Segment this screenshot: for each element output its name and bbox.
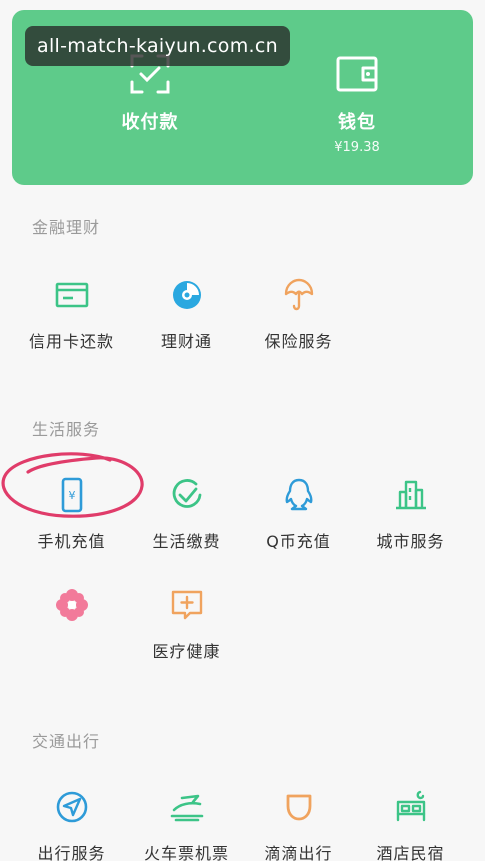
grid-item-flower[interactable] — [11, 586, 132, 638]
grid-item-healthcare[interactable]: 医疗健康 — [126, 586, 247, 662]
grid-item-label: Q币充值 — [266, 532, 331, 551]
pay-receive-label: 收付款 — [121, 112, 179, 133]
grid-item-utilities[interactable]: 生活缴费 — [126, 476, 247, 552]
wallet-icon — [336, 56, 378, 92]
grid-item-train-flight[interactable]: 火车票机票 — [126, 788, 247, 861]
checkmark-circle-icon — [172, 479, 201, 508]
didi-icon — [286, 794, 311, 821]
train-plane-icon — [170, 794, 203, 822]
grid-item-q-coins[interactable]: Q币充值 — [238, 476, 359, 552]
grid-item-label: 医疗健康 — [152, 642, 221, 661]
grid-item-wealth[interactable]: 理财通 — [126, 276, 247, 352]
medical-chat-icon — [171, 590, 202, 620]
section-title-finance: 金融理财 — [32, 218, 101, 237]
hotel-bed-icon — [396, 790, 425, 822]
wealth-icon — [172, 281, 201, 309]
umbrella-icon — [284, 278, 313, 311]
grid-item-travel-services[interactable]: 出行服务 — [11, 788, 132, 861]
navigation-arrow-icon — [56, 791, 87, 823]
grid-item-label: 生活缴费 — [152, 532, 221, 551]
grid-item-insurance[interactable]: 保险服务 — [238, 276, 359, 352]
grid-item-label: 手机充值 — [37, 532, 106, 551]
grid-item-credit-card[interactable]: 信用卡还款 — [11, 276, 132, 352]
wallet-button[interactable]: 钱包 ¥19.38 — [282, 52, 432, 155]
wallet-label: 钱包 — [338, 112, 376, 133]
wallet-balance: ¥19.38 — [334, 140, 380, 155]
flower-icon — [55, 589, 88, 621]
grid-item-label: 出行服务 — [37, 844, 106, 861]
phone-yuan-icon: ¥ — [61, 477, 82, 513]
grid-item-mobile-topup[interactable]: ¥ 手机充值 — [11, 476, 132, 552]
grid-item-label: 理财通 — [160, 332, 212, 351]
section-title-life: 生活服务 — [32, 420, 101, 439]
grid-item-label: 滴滴出行 — [264, 844, 333, 861]
grid-item-label: 保险服务 — [264, 332, 333, 351]
section-title-transport: 交通出行 — [32, 732, 101, 751]
city-buildings-icon — [395, 480, 426, 510]
watermark-overlay: all-match-kaiyun.com.cn — [25, 26, 290, 66]
grid-item-didi[interactable]: 滴滴出行 — [238, 788, 359, 861]
grid-item-label: 酒店民宿 — [376, 844, 445, 861]
grid-item-label: 信用卡还款 — [28, 332, 114, 351]
grid-item-label: 火车票机票 — [143, 844, 229, 861]
grid-item-label: 城市服务 — [376, 532, 445, 551]
grid-item-hotel[interactable]: 酒店民宿 — [350, 788, 471, 861]
credit-card-icon — [55, 282, 88, 308]
svg-text:¥: ¥ — [68, 489, 75, 502]
qq-penguin-icon — [285, 478, 312, 511]
grid-item-city-services[interactable]: 城市服务 — [350, 476, 471, 552]
wechat-services-page: 收付款 钱包 ¥19.38 all-match-kaiyun.com.cn 金融… — [0, 0, 485, 861]
